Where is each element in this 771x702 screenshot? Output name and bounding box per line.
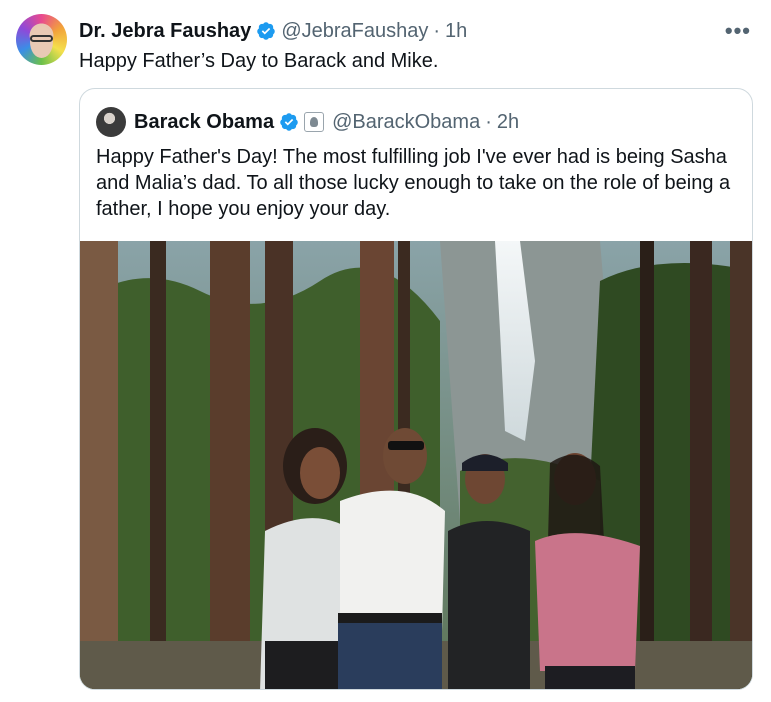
avatar-glasses <box>30 35 53 42</box>
tweet-time[interactable]: 1h <box>445 20 467 43</box>
family-forest-photo <box>80 241 752 689</box>
quoted-time-separator: · <box>485 110 492 133</box>
quoted-tweet-header: Barack Obama @BarackObama · 2h <box>96 107 519 137</box>
tweet-text: Happy Father’s Day to Barack and Mike. <box>79 50 439 72</box>
quoted-author-name: Barack Obama <box>134 110 275 133</box>
government-seal-icon <box>304 112 325 132</box>
author-handle[interactable]: @JebraFaushay <box>281 20 428 43</box>
quoted-tweet-text: Happy Father's Day! The most fulfilling … <box>96 146 731 220</box>
quoted-tweet[interactable]: Barack Obama @BarackObama · 2h Happy Fat… <box>79 88 753 690</box>
author-name[interactable]: Dr. Jebra Faushay <box>79 20 251 43</box>
avatar-face <box>30 26 53 58</box>
quoted-tweet-photo[interactable] <box>80 241 752 689</box>
tweet-header: Dr. Jebra Faushay @JebraFaushay · 1h <box>79 18 751 44</box>
author-avatar[interactable] <box>16 14 67 65</box>
more-options-icon[interactable]: ••• <box>725 18 751 44</box>
quoted-author-handle: @BarackObama <box>332 110 481 133</box>
time-separator: · <box>433 19 441 42</box>
verified-badge-icon <box>280 113 298 131</box>
verified-badge-icon <box>257 22 276 40</box>
quoted-tweet-time: 2h <box>496 110 520 133</box>
quoted-author-avatar <box>96 107 126 137</box>
